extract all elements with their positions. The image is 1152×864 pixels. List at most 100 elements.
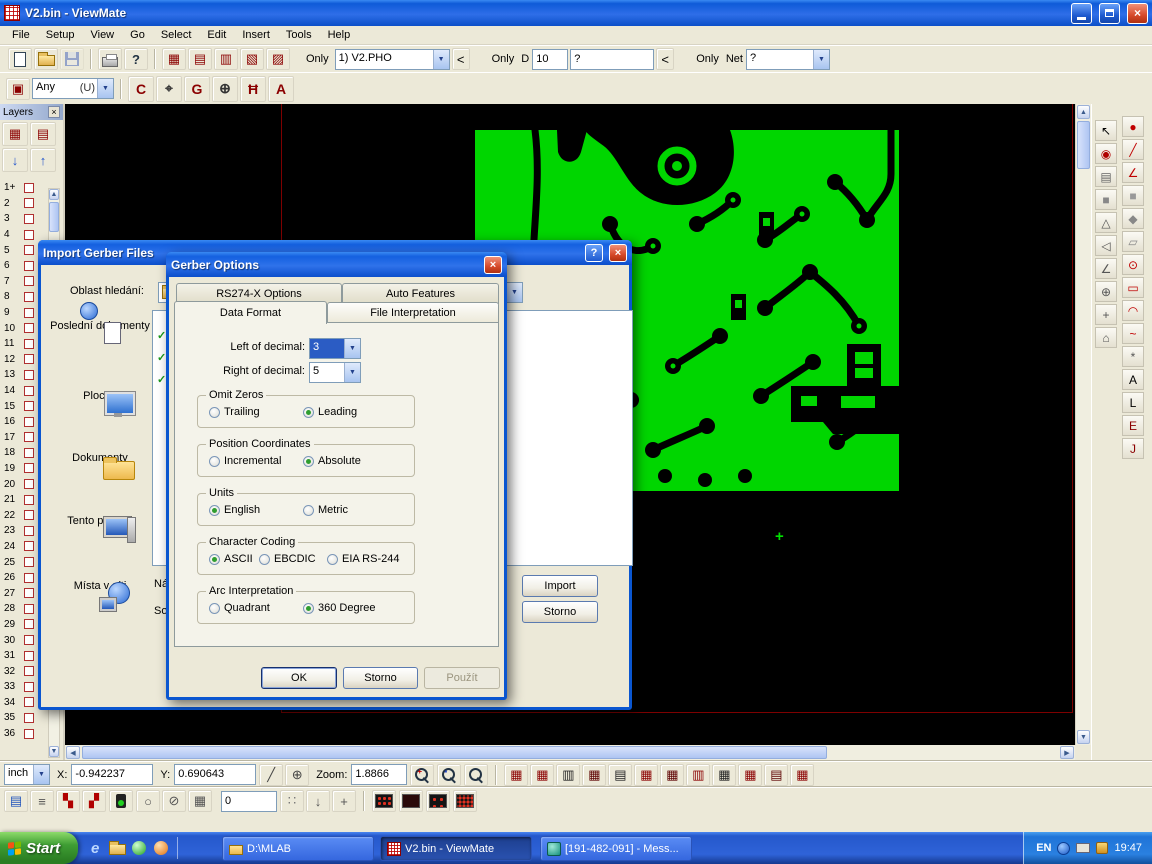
toolbar-button[interactable]: ▦ xyxy=(530,764,554,786)
toolbar-button[interactable]: + xyxy=(1095,304,1117,325)
layer-color-swatch[interactable] xyxy=(24,682,34,692)
menu-item[interactable]: Go xyxy=(122,27,153,43)
layer-color-swatch[interactable] xyxy=(24,261,34,271)
toolbar-button[interactable]: ⊕ xyxy=(212,76,238,102)
toolbar-button[interactable]: ◉ xyxy=(1095,143,1117,164)
dcode-filter-input[interactable]: ? xyxy=(570,49,654,70)
toolbar-button[interactable]: ● xyxy=(1122,116,1144,137)
toolbar-button[interactable]: ↓ xyxy=(306,790,330,812)
layer-color-swatch[interactable] xyxy=(24,651,34,661)
scroll-up-button[interactable]: ▲ xyxy=(1077,105,1090,119)
toolbar-button[interactable]: ∠ xyxy=(1122,162,1144,183)
left-decimal-select[interactable]: 3 ▼ xyxy=(309,338,361,359)
layer-row[interactable]: 35 xyxy=(2,710,48,726)
toolbar-button[interactable]: E xyxy=(1122,415,1144,436)
units-select[interactable]: inch ▼ xyxy=(4,764,50,785)
zoom-all-button[interactable] xyxy=(464,764,488,786)
layer-color-swatch[interactable] xyxy=(24,230,34,240)
toolbar-button[interactable]: ▦ xyxy=(504,764,528,786)
dialog-help-button[interactable]: ? xyxy=(585,244,603,262)
quick-launch-browser-button[interactable] xyxy=(152,839,170,857)
menu-item[interactable]: Insert xyxy=(234,27,278,43)
taskbar-task-viewmate[interactable]: V2.bin - ViewMate xyxy=(380,836,532,861)
toolbar-button[interactable]: ~ xyxy=(1122,323,1144,344)
quick-launch-ie-button[interactable]: e xyxy=(86,839,104,857)
place-recent-documents[interactable]: Poslední dokumenty xyxy=(50,320,150,332)
start-button[interactable]: Start xyxy=(0,832,78,864)
tab-auto-features[interactable]: Auto Features xyxy=(342,283,499,304)
toolbar-button[interactable]: ≡ xyxy=(30,790,54,812)
layer-color-swatch[interactable] xyxy=(24,276,34,286)
toolbar-button[interactable]: ◁ xyxy=(1095,235,1117,256)
open-file-button[interactable] xyxy=(34,48,58,70)
toolbar-button[interactable]: J xyxy=(1122,438,1144,459)
toolbar-button[interactable]: ▦ xyxy=(738,764,762,786)
toolbar-button[interactable]: ▨ xyxy=(266,48,290,70)
menu-item[interactable]: Select xyxy=(153,27,200,43)
layer-color-swatch[interactable] xyxy=(24,339,34,349)
place-documents[interactable]: Dokumenty xyxy=(50,452,150,464)
restore-button[interactable] xyxy=(1099,3,1120,24)
menu-item[interactable]: Tools xyxy=(278,27,320,43)
taskbar-task-dmlab[interactable]: D:\MLAB xyxy=(222,836,374,861)
scrollbar-thumb[interactable] xyxy=(1077,121,1090,169)
menu-item[interactable]: Help xyxy=(320,27,359,43)
toolbar-button[interactable]: ▦ xyxy=(634,764,658,786)
layer-color-swatch[interactable] xyxy=(24,245,34,255)
toolbar-button[interactable]: ▤ xyxy=(188,48,212,70)
layer-row[interactable]: 3 xyxy=(2,211,48,227)
toolbar-button[interactable]: G xyxy=(184,76,210,102)
pattern-button[interactable] xyxy=(426,790,450,812)
toolbar-button[interactable]: ◆ xyxy=(1122,208,1144,229)
radio-english[interactable]: English xyxy=(209,504,260,516)
net-select[interactable]: ? ▼ xyxy=(746,49,830,70)
place-desktop[interactable]: Plocha xyxy=(50,390,150,402)
toolbar-button[interactable]: L xyxy=(1122,392,1144,413)
toolbar-button[interactable]: ▥ xyxy=(556,764,580,786)
place-network[interactable]: Místa v síti xyxy=(50,580,150,592)
menu-item[interactable]: Setup xyxy=(38,27,83,43)
toolbar-button[interactable]: ▦ xyxy=(162,48,186,70)
place-my-computer[interactable]: Tento počítač xyxy=(50,515,150,527)
layer-color-swatch[interactable] xyxy=(24,432,34,442)
right-decimal-select[interactable]: 5 ▼ xyxy=(309,362,361,383)
toolbar-button[interactable]: ∠ xyxy=(1095,258,1117,279)
menu-item[interactable]: Edit xyxy=(199,27,234,43)
layer-color-swatch[interactable] xyxy=(24,495,34,505)
vertical-scrollbar[interactable]: ▲ ▼ xyxy=(1075,104,1091,745)
toolbar-button[interactable]: ▦ xyxy=(660,764,684,786)
toolbar-button[interactable]: ▥ xyxy=(686,764,710,786)
toolbar-button[interactable]: ▞ xyxy=(82,790,106,812)
toolbar-button[interactable]: ╱ xyxy=(259,764,283,786)
toolbar-button[interactable]: A xyxy=(268,76,294,102)
toolbar-button[interactable]: ⊕ xyxy=(1095,281,1117,302)
scroll-down-button[interactable]: ▼ xyxy=(1077,730,1090,744)
quick-launch-orb-button[interactable] xyxy=(130,839,148,857)
menu-item[interactable]: File xyxy=(4,27,38,43)
scroll-down-button[interactable]: ▼ xyxy=(49,746,59,757)
dialog-close-button[interactable]: × xyxy=(609,244,627,262)
scroll-right-button[interactable]: ▶ xyxy=(1060,746,1074,759)
aperture-filter-select[interactable]: Any (U) ▼ xyxy=(32,78,114,99)
layers-toolbar-button[interactable]: ↑ xyxy=(30,148,56,172)
toolbar-button[interactable]: ⊙ xyxy=(1122,254,1144,275)
layer-color-swatch[interactable] xyxy=(24,510,34,520)
toolbar-button[interactable]: ▦ xyxy=(188,790,212,812)
toolbar-button[interactable]: ⌂ xyxy=(1095,327,1117,348)
toolbar-button[interactable]: ⊕ xyxy=(285,764,309,786)
layer-color-swatch[interactable] xyxy=(24,541,34,551)
toolbar-button[interactable]: ▣ xyxy=(6,78,30,100)
toolbar-button[interactable]: ▦ xyxy=(582,764,606,786)
layer-color-swatch[interactable] xyxy=(24,588,34,598)
scroll-left-button[interactable]: ◀ xyxy=(66,746,80,759)
toolbar-button[interactable]: ▱ xyxy=(1122,231,1144,252)
layers-toolbar-button[interactable]: ↓ xyxy=(2,148,28,172)
toolbar-button[interactable]: ▦ xyxy=(712,764,736,786)
menu-item[interactable]: View xyxy=(82,27,122,43)
radio-absolute[interactable]: Absolute xyxy=(303,455,361,467)
layer-color-swatch[interactable] xyxy=(24,557,34,567)
layer-color-swatch[interactable] xyxy=(24,417,34,427)
import-button[interactable]: Import xyxy=(522,575,598,597)
chevron-down-icon[interactable]: ▼ xyxy=(433,50,449,69)
layer-row[interactable]: 2 xyxy=(2,196,48,212)
